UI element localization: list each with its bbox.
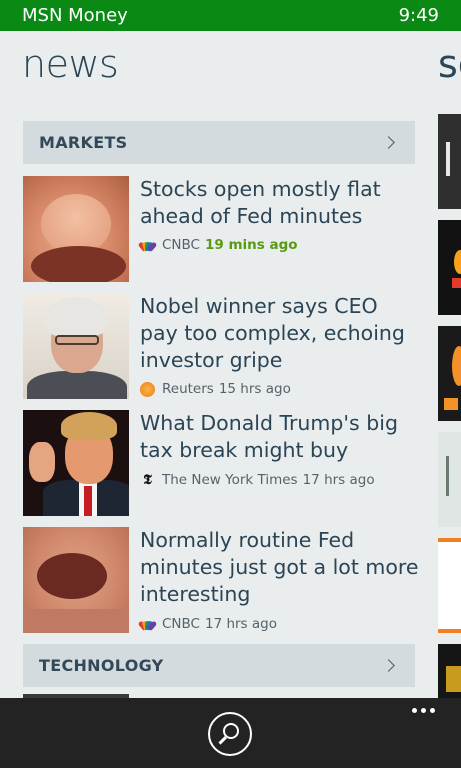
- news-item[interactable]: Normally routine Fed minutes just got a …: [23, 527, 419, 633]
- news-time: 17 hrs ago: [302, 472, 375, 488]
- news-meta: Reuters 15 hrs ago: [140, 381, 291, 397]
- news-headline: Normally routine Fed minutes just got a …: [140, 528, 419, 606]
- news-meta: CNBC 19 mins ago: [137, 237, 298, 253]
- news-item[interactable]: What Donald Trump's big tax break might …: [23, 410, 415, 516]
- news-item[interactable]: Nobel winner says CEO pay too complex, e…: [23, 293, 415, 399]
- peek-tile[interactable]: [438, 644, 461, 698]
- section-label: TECHNOLOGY: [39, 656, 164, 675]
- news-thumbnail: [23, 527, 129, 633]
- news-time: 17 hrs ago: [204, 616, 277, 632]
- section-header-technology[interactable]: TECHNOLOGY: [23, 644, 415, 687]
- peek-tile[interactable]: [438, 538, 461, 633]
- news-headline: Stocks open mostly flat ahead of Fed min…: [140, 177, 381, 228]
- news-thumbnail: [23, 293, 129, 399]
- news-time: 15 hrs ago: [218, 381, 291, 397]
- peek-tile[interactable]: [438, 220, 461, 315]
- nyt-t-icon: 𝕿: [143, 471, 152, 488]
- news-headline: Nobel winner says CEO pay too complex, e…: [140, 294, 405, 372]
- section-header-markets[interactable]: MARKETS: [23, 121, 415, 164]
- chevron-right-icon: [382, 136, 395, 149]
- app-bar: [0, 698, 461, 768]
- news-source: CNBC: [162, 616, 200, 632]
- cnbc-peacock-icon: [137, 238, 158, 253]
- news-time: 19 mins ago: [204, 237, 298, 253]
- news-thumbnail: [23, 410, 129, 516]
- peek-tile[interactable]: [438, 326, 461, 421]
- status-bar: MSN Money 9:49: [0, 0, 461, 31]
- news-meta: 𝕿 The New York Times 17 hrs ago: [140, 471, 375, 488]
- more-dots-icon[interactable]: [412, 708, 435, 713]
- section-label: MARKETS: [39, 133, 128, 152]
- reuters-sun-icon: [140, 381, 155, 397]
- search-icon[interactable]: [208, 712, 252, 756]
- page-title: news: [22, 42, 119, 86]
- peek-tile[interactable]: [438, 432, 461, 527]
- news-source: CNBC: [162, 237, 200, 253]
- news-headline: What Donald Trump's big tax break might …: [140, 411, 398, 462]
- chevron-right-icon: [382, 659, 395, 672]
- news-meta: CNBC 17 hrs ago: [137, 616, 277, 632]
- next-panel-title-peek[interactable]: sc: [438, 42, 461, 86]
- news-source: Reuters: [162, 381, 214, 397]
- peek-tile[interactable]: [438, 114, 461, 209]
- app-name: MSN Money: [22, 5, 128, 26]
- news-item[interactable]: Stocks open mostly flat ahead of Fed min…: [23, 176, 415, 282]
- news-source: The New York Times: [162, 472, 298, 488]
- news-thumbnail: [23, 176, 129, 282]
- cnbc-peacock-icon: [137, 617, 158, 632]
- clock: 9:49: [398, 5, 439, 26]
